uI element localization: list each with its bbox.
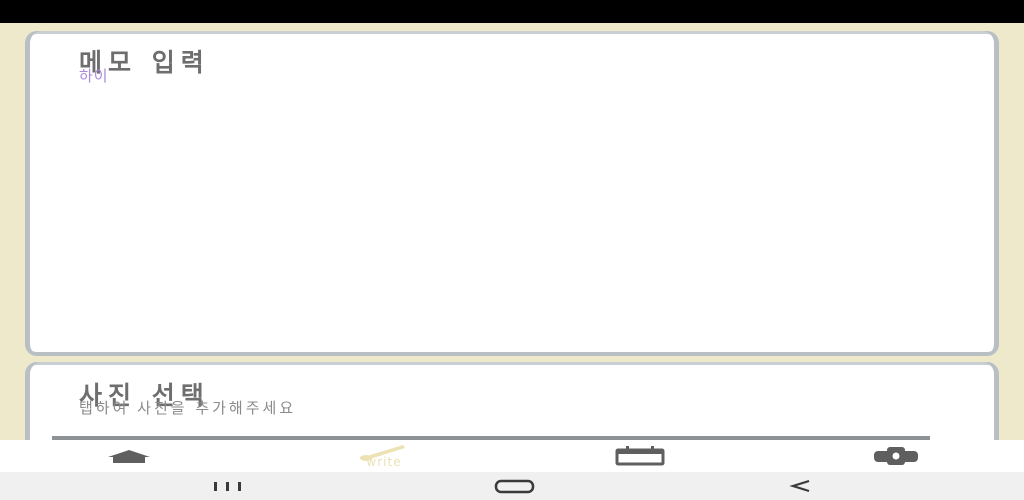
system-home-icon bbox=[494, 479, 535, 494]
calendar-icon bbox=[615, 446, 665, 466]
nav-calendar[interactable] bbox=[595, 440, 685, 472]
home-icon bbox=[108, 450, 150, 463]
status-bar bbox=[0, 0, 1024, 23]
system-home-button[interactable] bbox=[490, 472, 538, 500]
photo-hint: 탭하여 사진을 추가해주세요 bbox=[79, 399, 297, 417]
back-icon bbox=[789, 479, 810, 493]
bottom-nav: write bbox=[0, 440, 1024, 472]
nav-home[interactable] bbox=[84, 440, 174, 472]
memo-input[interactable] bbox=[79, 65, 939, 85]
back-button[interactable] bbox=[776, 472, 824, 500]
system-nav-bar bbox=[0, 472, 1024, 500]
memo-card: 메모 입력 bbox=[25, 31, 999, 356]
recents-icon bbox=[214, 482, 241, 491]
nav-settings[interactable] bbox=[851, 440, 941, 472]
nav-write[interactable]: write bbox=[339, 440, 429, 472]
nav-write-label: write bbox=[366, 455, 402, 469]
recents-button[interactable] bbox=[205, 472, 253, 500]
gear-icon bbox=[874, 447, 918, 465]
